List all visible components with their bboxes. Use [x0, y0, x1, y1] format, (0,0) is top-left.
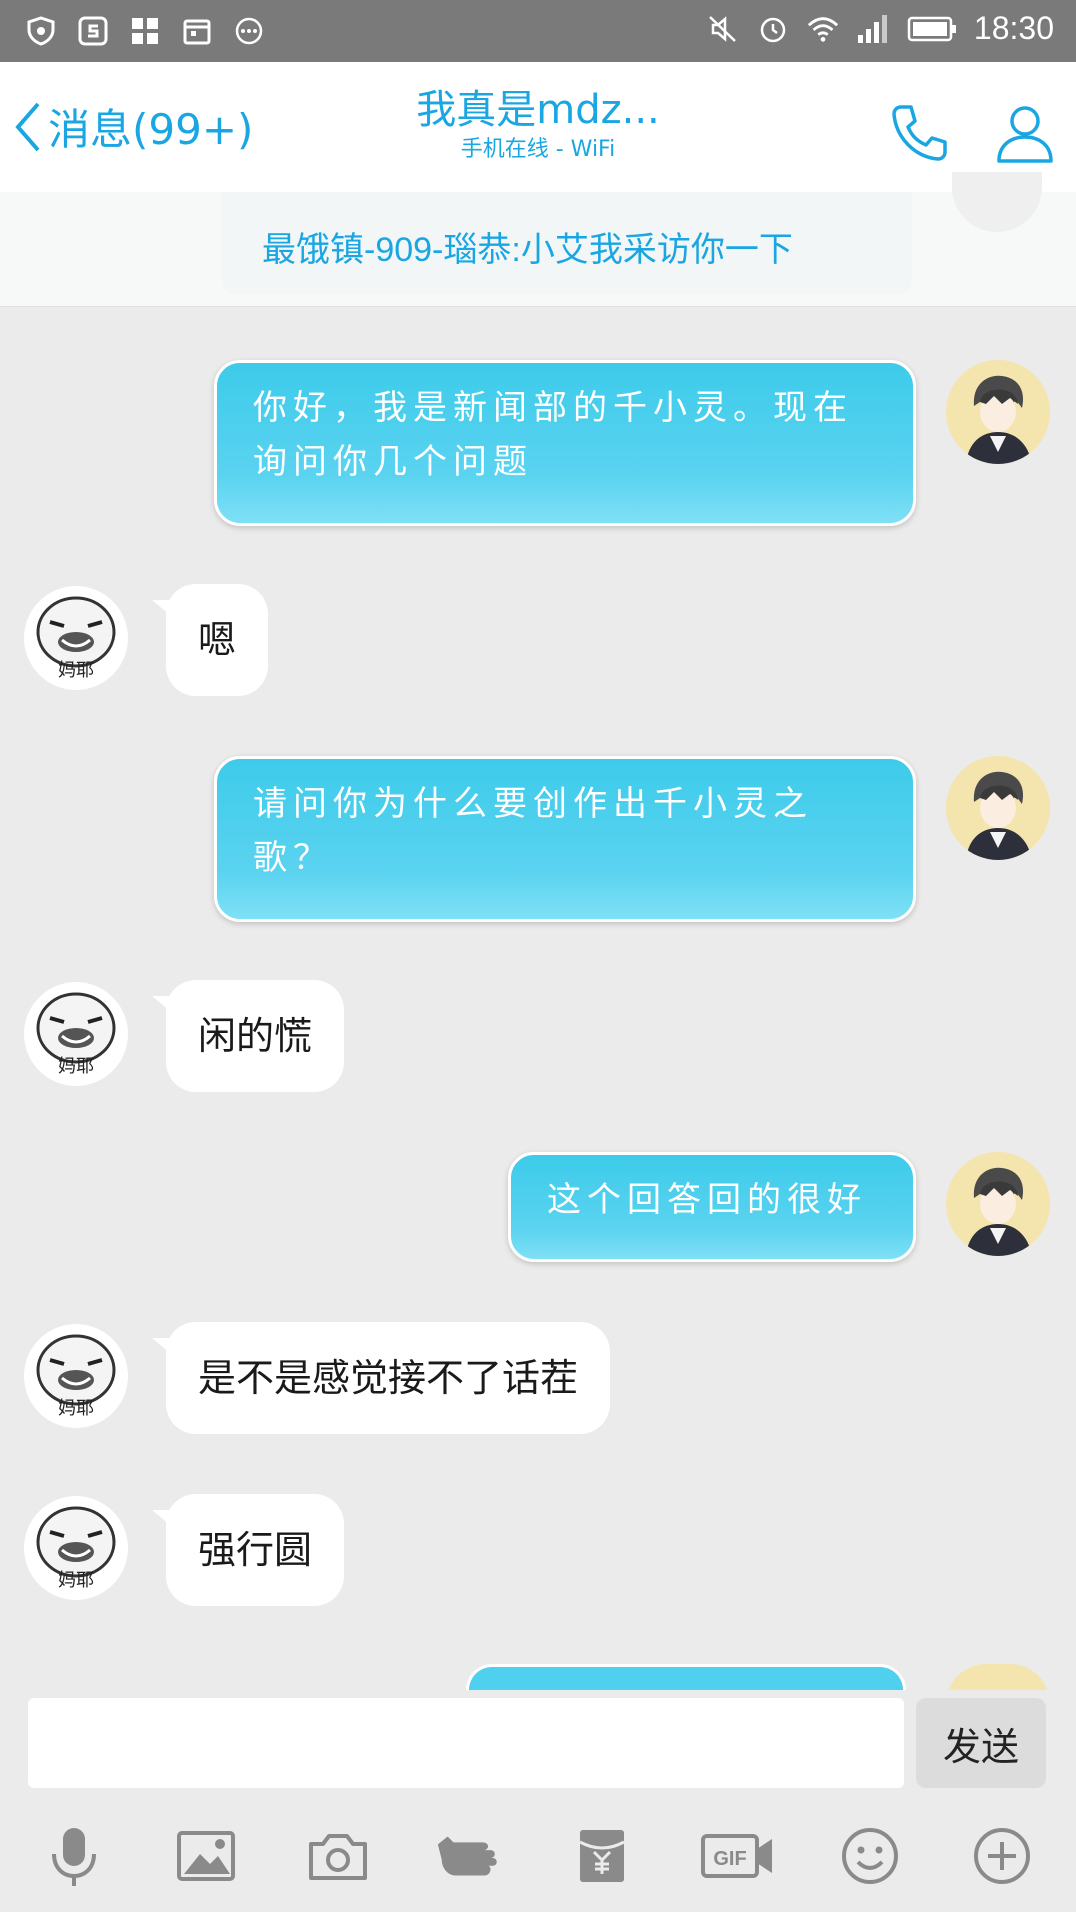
pinned-avatar	[952, 172, 1042, 232]
online-status: 手机在线 - WiFi	[460, 137, 616, 162]
avatar-other[interactable]: 妈耶	[24, 1496, 128, 1600]
send-button[interactable]: 发送	[916, 1698, 1046, 1788]
chat-header: 消息(99+) 我真是mdz... 手机在线 - WiFi	[0, 62, 1076, 192]
shield-icon	[24, 14, 58, 48]
message-bubble-in[interactable]: 是不是感觉接不了话茬	[166, 1322, 611, 1434]
alarm-icon	[756, 12, 790, 46]
pinned-text: 最饿镇-909-瑙恭:小艾我采访你一下	[262, 231, 793, 269]
status-bar: 18:30	[0, 0, 1076, 62]
composer: 发送 GIF	[0, 1690, 1076, 1912]
anime-boy-avatar	[946, 360, 1050, 464]
app-s-icon	[76, 14, 110, 48]
image-icon[interactable]	[170, 1820, 242, 1892]
apps-grid-icon	[128, 14, 162, 48]
anime-boy-avatar	[946, 756, 1050, 860]
pinned-message-bar[interactable]: 最饿镇-909-瑙恭:小艾我采访你一下	[0, 172, 1076, 307]
gif-icon[interactable]: GIF	[698, 1820, 778, 1892]
more-dots-icon	[232, 14, 266, 48]
chevron-left-icon	[15, 102, 40, 151]
avatar-other[interactable]: 妈耶	[24, 1324, 128, 1428]
avatar-caption: 妈耶	[58, 1398, 94, 1419]
message-bubble-out[interactable]: 这个回答回的很好	[508, 1152, 916, 1262]
wifi-icon	[806, 12, 840, 46]
emoji-icon[interactable]	[834, 1820, 906, 1892]
avatar-self[interactable]	[946, 1152, 1050, 1256]
person-icon	[997, 106, 1053, 163]
chat-title-block[interactable]: 我真是mdz... 手机在线 - WiFi	[338, 86, 738, 166]
avatar-caption: 妈耶	[58, 660, 94, 681]
composer-toolbar: GIF	[0, 1820, 1076, 1900]
avatar-other[interactable]: 妈耶	[24, 982, 128, 1086]
mute-icon	[706, 12, 740, 46]
back-label: 消息(99+)	[48, 105, 254, 154]
status-time: 18:30	[973, 10, 1054, 46]
red-packet-icon[interactable]	[566, 1820, 638, 1892]
chat-title: 我真是mdz...	[416, 87, 660, 133]
message-bubble-out[interactable]: 你好，我是新闻部的千小灵。现在询问你几个问题	[214, 360, 916, 526]
signal-icon	[856, 12, 890, 46]
camera-icon[interactable]	[302, 1820, 374, 1892]
back-button[interactable]: 消息(99+)	[14, 96, 253, 157]
avatar-self[interactable]	[946, 756, 1050, 860]
message-input[interactable]	[28, 1698, 904, 1788]
phone-icon	[892, 105, 947, 161]
poke-hand-icon[interactable]	[434, 1820, 506, 1892]
message-bubble-in[interactable]: 嗯	[166, 584, 269, 696]
battery-icon	[906, 12, 958, 46]
profile-button[interactable]	[990, 98, 1060, 168]
avatar-self[interactable]	[946, 360, 1050, 464]
message-bubble-out[interactable]: 请问你为什么要创作出千小灵之歌？	[214, 756, 916, 922]
anime-boy-avatar	[946, 1152, 1050, 1256]
avatar-caption: 妈耶	[58, 1570, 94, 1591]
microphone-icon[interactable]	[38, 1820, 110, 1892]
svg-text:GIF: GIF	[713, 1848, 746, 1870]
phone-call-button[interactable]	[884, 98, 954, 168]
message-bubble-in[interactable]: 强行圆	[166, 1494, 345, 1606]
avatar-caption: 妈耶	[58, 1056, 94, 1077]
message-bubble-in[interactable]: 闲的慌	[166, 980, 345, 1092]
plus-icon[interactable]	[966, 1820, 1038, 1892]
calendar-icon	[180, 14, 214, 48]
avatar-other[interactable]: 妈耶	[24, 586, 128, 690]
